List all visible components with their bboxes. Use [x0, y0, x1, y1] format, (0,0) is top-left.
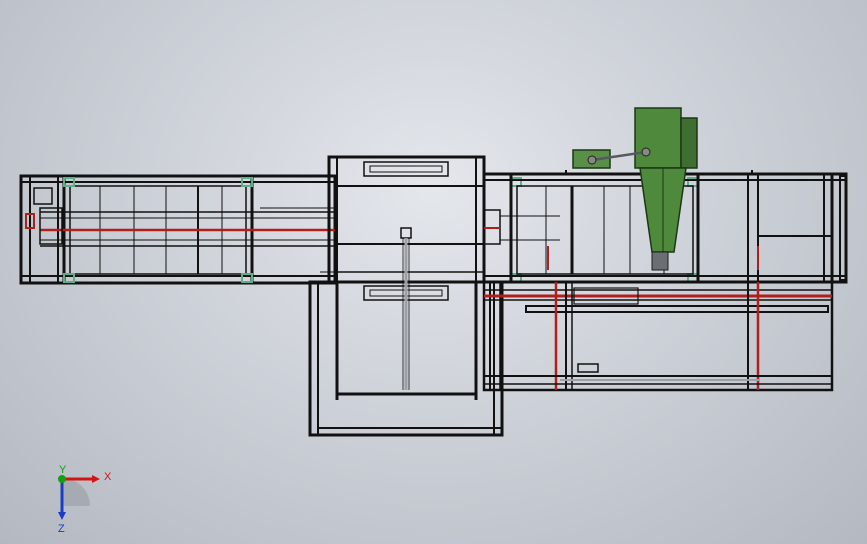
- y-axis-label: Y: [59, 464, 67, 476]
- z-axis-label: Z: [58, 523, 65, 532]
- left-conveyor-frame: [19, 174, 337, 285]
- x-axis-label: X: [104, 471, 112, 483]
- coordinate-triad-icon: X Y Z: [58, 464, 112, 532]
- right-end-post: [839, 175, 847, 281]
- conveyor-assembly-model[interactable]: [0, 0, 867, 544]
- drive-gearbox-assembly: [572, 107, 698, 271]
- cad-graphics-viewport[interactable]: X Y Z: [0, 0, 867, 544]
- center-transfer-frame: [308, 155, 504, 437]
